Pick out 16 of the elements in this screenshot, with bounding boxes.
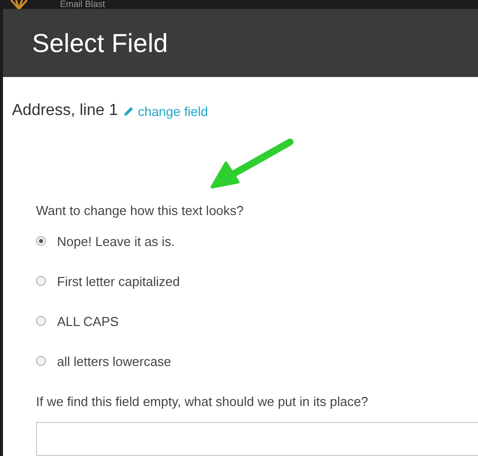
radio-option[interactable]: First letter capitalized xyxy=(36,272,478,290)
app-title: Email Blast xyxy=(60,0,106,9)
pencil-icon xyxy=(122,106,134,117)
empty-question: If we find this field empty, what should we put in its place? xyxy=(35,392,370,411)
radio-button[interactable] xyxy=(36,316,46,326)
radio-option[interactable]: Nope! Leave it as is. xyxy=(36,232,478,250)
radio-button[interactable] xyxy=(36,356,46,366)
radio-button[interactable] xyxy=(36,236,46,246)
radio-option[interactable]: ALL CAPS xyxy=(36,312,478,330)
logo-icon xyxy=(8,0,30,9)
radio-button[interactable] xyxy=(36,276,46,286)
field-name: Address, line 1 xyxy=(12,101,118,122)
radio-option[interactable]: all letters lowercase xyxy=(36,352,478,370)
dialog-title: Select Field xyxy=(32,26,168,60)
format-question: Want to change how this text looks? xyxy=(35,202,245,220)
input-field[interactable] xyxy=(36,422,478,456)
